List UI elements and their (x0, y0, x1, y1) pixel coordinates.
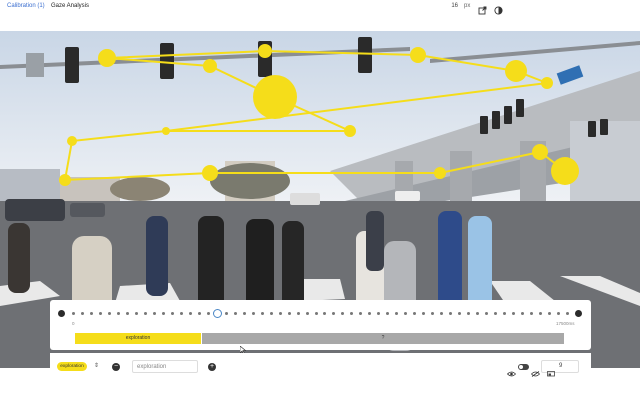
timeline-dot[interactable] (566, 312, 569, 315)
timeline-dot[interactable] (251, 312, 255, 315)
fixation-count-field[interactable]: 9 (541, 360, 579, 377)
segment-unlabeled[interactable]: ? (202, 333, 564, 344)
timeline-dot[interactable] (269, 312, 273, 315)
timeline-dot[interactable] (413, 312, 417, 315)
timeline-dot[interactable] (494, 312, 498, 315)
px-unit-label: px (464, 3, 471, 9)
timeline-dot[interactable] (467, 312, 471, 315)
label-select-value: exploration (57, 362, 87, 371)
timeline-dot[interactable] (125, 312, 129, 315)
timeline-dot[interactable] (188, 312, 192, 315)
external-link-icon[interactable] (478, 2, 487, 15)
timeline-dot[interactable] (242, 312, 246, 315)
timeline-dot[interactable] (350, 312, 354, 315)
remove-label-button[interactable]: − (112, 363, 120, 371)
timeline-dot[interactable] (89, 312, 93, 315)
timeline-dot[interactable] (521, 312, 525, 315)
label-toolbar: exploration ⇕ − exploration + 9 (50, 353, 591, 379)
timeline-dot[interactable] (440, 312, 444, 315)
timeline-dot[interactable] (485, 312, 489, 315)
timeline-dot[interactable] (224, 312, 228, 315)
timeline-panel: 0 17500ms exploration ? (50, 300, 591, 355)
timeline-dot[interactable] (179, 312, 183, 315)
segment-exploration[interactable]: exploration (75, 333, 201, 344)
timeline-dot[interactable] (422, 312, 426, 315)
timeline-dot[interactable] (431, 312, 435, 315)
timeline-dot[interactable] (296, 312, 300, 315)
timeline-dots[interactable] (72, 309, 570, 318)
timeline-dot[interactable] (143, 312, 147, 315)
timeline-end-label: 17500ms (556, 321, 575, 326)
timeline-dot[interactable] (548, 312, 552, 315)
px-size-input[interactable]: 16 (446, 2, 458, 11)
timeline-dot[interactable] (458, 312, 462, 315)
tab-calibration[interactable]: Calibration (1) (7, 3, 45, 10)
toggle-knob (519, 365, 523, 369)
label-name-input[interactable]: exploration (132, 360, 198, 373)
timeline-dot[interactable] (305, 312, 309, 315)
timeline-dot[interactable] (287, 312, 291, 315)
timeline-dot[interactable] (341, 312, 345, 315)
timeline-dot[interactable] (359, 312, 363, 315)
timeline-dot[interactable] (476, 312, 480, 315)
tab-gaze-analysis[interactable]: Gaze Analysis (51, 3, 89, 10)
timeline-dot[interactable] (161, 312, 165, 315)
timeline-dot[interactable] (134, 312, 138, 315)
timeline-dot[interactable] (530, 312, 534, 315)
add-label-button[interactable]: + (208, 363, 216, 371)
timeline-dot[interactable] (323, 312, 327, 315)
next-button[interactable] (575, 310, 582, 317)
timeline-dot[interactable] (80, 312, 84, 315)
previous-button[interactable] (58, 310, 65, 317)
timeline-dot[interactable] (368, 312, 372, 315)
timeline-current-marker[interactable] (212, 309, 222, 318)
timeline-dot[interactable] (107, 312, 111, 315)
timeline-dot[interactable] (512, 312, 516, 315)
timeline-dot[interactable] (557, 312, 561, 315)
timeline-start-label: 0 (72, 321, 75, 326)
timeline-dot[interactable] (152, 312, 156, 315)
timeline-dot[interactable] (278, 312, 282, 315)
chevron-updown-icon: ⇕ (94, 363, 100, 369)
label-select[interactable]: exploration ⇕ (57, 361, 101, 372)
timeline-dot[interactable] (332, 312, 336, 315)
timeline-dot[interactable] (314, 312, 318, 315)
timeline-dot[interactable] (206, 312, 210, 315)
timeline-dot[interactable] (116, 312, 120, 315)
timeline-dot[interactable] (170, 312, 174, 315)
timeline-dot[interactable] (503, 312, 507, 315)
timeline-dot[interactable] (377, 312, 381, 315)
timeline-dot[interactable] (386, 312, 390, 315)
timeline-dot[interactable] (539, 312, 543, 315)
top-bar: Calibration (1) Gaze Analysis 16 px (0, 0, 640, 15)
timeline-dot[interactable] (404, 312, 408, 315)
timeline-dot[interactable] (72, 312, 75, 315)
timeline-dot[interactable] (98, 312, 102, 315)
screen-icon (547, 364, 555, 382)
timeline-dot[interactable] (395, 312, 399, 315)
contrast-icon[interactable] (494, 2, 503, 15)
visibility-toggle[interactable] (518, 364, 529, 370)
eye-off-icon[interactable] (530, 364, 541, 382)
timeline-dot[interactable] (233, 312, 237, 315)
timeline-dot[interactable] (197, 312, 201, 315)
eye-icon[interactable] (506, 364, 517, 382)
fixation-count-value: 9 (559, 363, 563, 369)
timeline-dot[interactable] (449, 312, 453, 315)
timeline-dot[interactable] (260, 312, 264, 315)
